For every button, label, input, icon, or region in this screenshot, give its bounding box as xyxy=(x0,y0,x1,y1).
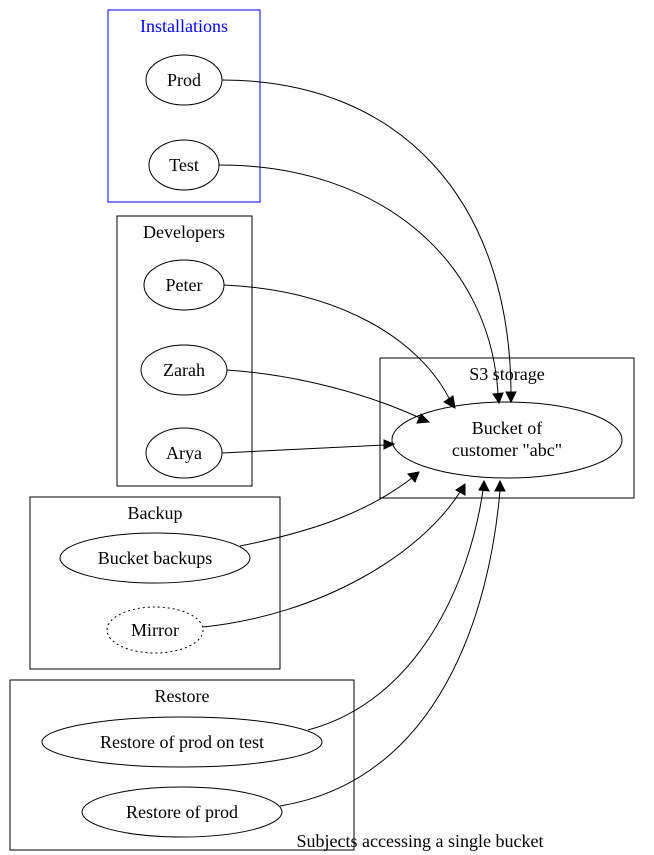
edge-prod-bucket xyxy=(222,80,511,393)
arrowhead-test xyxy=(493,393,503,403)
arrowhead-restore-prod xyxy=(495,481,505,491)
edge-bucketbackups-bucket xyxy=(240,478,412,546)
node-restore-test-label: Restore of prod on test xyxy=(100,732,264,752)
cluster-installations-title: Installations xyxy=(140,16,228,36)
node-zarah-label: Zarah xyxy=(163,360,205,380)
arrowhead-mirror xyxy=(456,484,465,495)
cluster-storage-title: S3 storage xyxy=(469,364,545,384)
arrowhead-peter xyxy=(444,396,455,408)
edge-restore-test-bucket xyxy=(308,490,483,730)
node-arya-label: Arya xyxy=(166,443,202,463)
edge-test-bucket xyxy=(219,165,498,394)
edge-mirror-bucket xyxy=(203,492,460,627)
node-prod-label: Prod xyxy=(167,70,201,90)
cluster-backup-title: Backup xyxy=(128,503,183,523)
cluster-developers-title: Developers xyxy=(143,222,225,242)
diagram-caption: Subjects accessing a single bucket xyxy=(297,831,544,851)
node-bucketbackups-label: Bucket backups xyxy=(98,548,212,568)
node-restore-prod-label: Restore of prod xyxy=(126,802,238,822)
cluster-restore-title: Restore xyxy=(155,686,210,706)
node-mirror-label: Mirror xyxy=(131,620,179,640)
edge-restore-prod-bucket xyxy=(280,490,500,806)
node-test-label: Test xyxy=(169,155,199,175)
node-peter-label: Peter xyxy=(166,275,203,295)
arrowhead-prod xyxy=(506,392,516,402)
node-bucket-label-line1: Bucket of xyxy=(472,418,542,438)
node-bucket-label-line2: customer "abc" xyxy=(452,440,562,460)
edge-zarah-bucket xyxy=(227,370,420,418)
edge-peter-bucket xyxy=(224,285,450,400)
edge-arya-bucket xyxy=(222,445,385,453)
arrowhead-restore-test xyxy=(479,481,489,491)
diagram-canvas: Installations Prod Test Developers Peter… xyxy=(0,0,654,855)
arrowhead-bucketbackups xyxy=(408,472,419,482)
